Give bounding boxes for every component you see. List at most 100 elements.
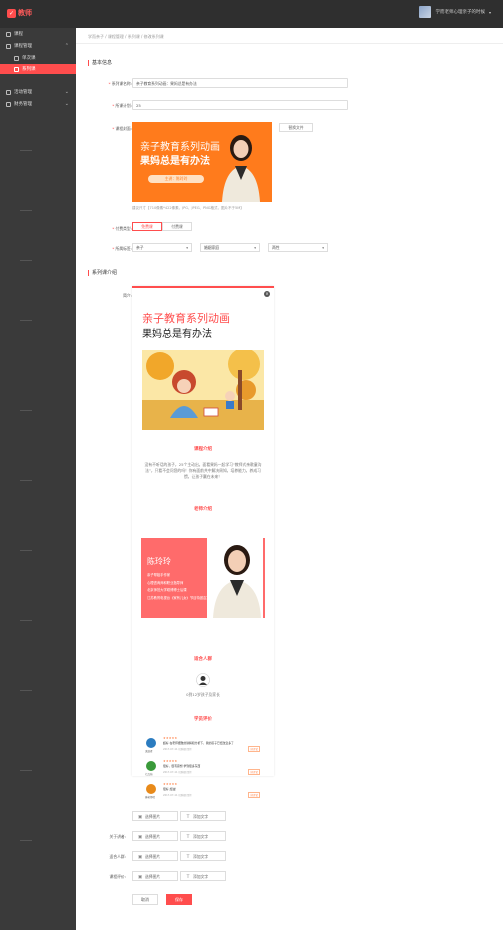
fee-paid-option[interactable]: 付费课 [162,222,192,231]
add-text-button[interactable]: T 添加文字 [180,831,226,841]
divider [20,770,32,771]
chevron-down-icon: ⌄ [64,89,69,95]
sidebar: 课程 课程管理 ⌃ 单次课 系列课 活动管理 ⌄ 财务管理 ⌄ [0,28,76,930]
teacher-bullet: 心理咨询师和职业指导师 [147,580,184,585]
sidebar-item-single[interactable]: 单次课 [0,53,76,63]
rating-stars: ★★★★★ [163,782,178,786]
cartoon-illustration [142,350,264,430]
logo-check-icon: ✓ [7,8,16,18]
add-text-button[interactable]: T 添加文字 [180,811,226,821]
save-button[interactable]: 保存 [166,894,192,905]
fee-type-label: * 付费类型: [112,226,132,231]
sidebar-item-label: 财务管理 [14,102,32,107]
teacher-photo [207,538,263,618]
series-name-label: * 系列课名称: [108,81,132,86]
review-item: 七点前 ★★★★★ 很好，很有思想 学到很多东西 2017-07-11 已购课 … [145,759,260,777]
chevron-down-icon: ▾ [322,246,324,250]
sidebar-item-course[interactable]: 课程 [0,29,76,39]
section-title-intro: 系列课介绍 [88,270,117,276]
divider [20,550,32,551]
fee-free-option[interactable]: 免费课 [132,222,162,231]
audience-label: 适合人群: [109,854,126,859]
teacher-bullet: 北京师范大学硕博博士后课 [147,588,187,592]
review-author: 流浪者 [145,750,153,753]
sidebar-item-course-manage[interactable]: 课程管理 ⌃ [0,41,76,51]
review-tag: 好评论 [248,792,260,798]
preview-accent-bar [132,286,274,288]
text-icon: T [186,815,190,820]
avatar [146,761,156,771]
teacher-intro-heading: 老师介绍 [194,507,212,512]
cancel-button[interactable]: 取消 [132,894,158,905]
intro-preview[interactable]: × 亲子教育系列动画 果妈总是有办法 课程介绍 没有不听话的孩子，25个主动出。… [132,286,274,799]
review-meta: 2017-07-11 已购课 回复 [163,748,192,751]
top-bar: ✓ 教师 学而老师心理亲子的时候 ▾ [0,0,503,28]
review-item: 康老师哈 ★★★★★ 很好 加油！ 2017-07-11 已购课 回复 好评论 [145,782,260,800]
divider [20,620,32,621]
divider [76,43,503,44]
teacher-bullet: 江苏教育电视台《家有儿女》节目特邀嘉宾 [147,595,210,600]
course-review-label: 课程评价: [109,874,126,879]
tag-select-2[interactable]: 婚姻家庭 ▾ [200,243,260,252]
chevron-down-icon: ▾ [254,246,256,250]
review-meta: 2017-07-11 已购课 回复 [163,794,192,797]
teacher-bullet: 亲子帮姐手作家 [147,573,171,577]
sidebar-item-finance[interactable]: 财务管理 ⌄ [0,99,76,109]
text-icon: T [186,875,190,880]
review-tag: 好评论 [248,746,260,752]
series-name-input[interactable]: 亲子教育系列动画：果妈总是有办法 [132,78,348,88]
select-image-button[interactable]: ▣ 选择图片 [132,871,178,881]
breadcrumb[interactable]: 学而亲子 / 课程管理 / 系列课 / 修改系列课 [88,34,164,40]
section-title-basic: 基本信息 [88,60,112,66]
text-icon: T [186,855,190,860]
rating-stars: ★★★★★ [163,759,178,763]
tag-select-3[interactable]: 两性 ▾ [268,243,328,252]
sidebar-item-label: 活动管理 [14,90,32,95]
select-value: 亲子 [136,245,144,250]
home-icon [6,31,11,37]
avatar [419,6,432,18]
avatar [146,784,156,794]
plan-count-input[interactable]: 25 [132,100,348,110]
rating-stars: ★★★★★ [163,736,178,740]
cover-label: * 课程封面: [112,126,132,131]
cover-image: 亲子教育系列动画 果妈总是有办法 主讲：陈玲玲 [132,122,272,202]
add-text-button[interactable]: T 添加文字 [180,851,226,861]
select-image-button[interactable]: ▣ 选择图片 [132,851,178,861]
preview-title: 亲子教育系列动画 [142,312,230,325]
course-intro-text: 没有不听话的孩子，25个主动出。面看果妈一起学习“教师式亲歌童沟法”，只看不会问… [144,462,262,479]
app-name: 教师 [18,9,32,17]
chevron-up-icon: ⌃ [64,43,69,49]
plan-count-label: * 所课计划: [112,103,132,108]
select-image-button[interactable]: ▣ 选择图片 [132,831,178,841]
review-heading: 学员评价 [194,717,212,722]
select-image-button[interactable]: ▣ 选择图片 [132,811,178,821]
audience-text: 0到12岁孩子及家长 [186,692,220,697]
money-icon [6,101,11,107]
review-text: 很好，很有思想 学到很多东西 [163,764,201,768]
sidebar-item-series[interactable]: 系列课 [0,64,76,74]
review-text: 超好 在老师细致的讲解和分析下，我的孩子已经改变多了 [163,741,234,745]
teacher-portrait [222,135,260,202]
doc-icon [14,55,19,61]
close-icon[interactable]: × [264,291,270,297]
doc-icon [14,66,19,72]
sidebar-item-label: 课程管理 [14,44,32,49]
select-value: 两性 [272,245,280,250]
app-logo[interactable]: ✓ 教师 [7,8,32,18]
tag-select-1[interactable]: 亲子 ▾ [132,243,192,252]
replace-file-button[interactable]: 替换文件 [279,123,313,132]
teacher-name: 陈玲玲 [147,557,171,566]
image-icon: ▣ [137,815,143,820]
cover-title-2: 果妈总是有办法 [140,156,210,167]
course-intro-heading: 课程介绍 [194,447,212,452]
add-text-button[interactable]: T 添加文字 [180,871,226,881]
cover-title-1: 亲子教育系列动画 [140,142,220,153]
user-name: 学而老师心理亲子的时候 [435,10,485,15]
flag-icon [6,89,11,95]
chevron-down-icon: ▾ [488,9,491,15]
divider [20,840,32,841]
review-tag: 好评论 [248,769,260,775]
user-menu[interactable]: 学而老师心理亲子的时候 ▾ [419,6,491,18]
sidebar-item-activity[interactable]: 活动管理 ⌄ [0,87,76,97]
